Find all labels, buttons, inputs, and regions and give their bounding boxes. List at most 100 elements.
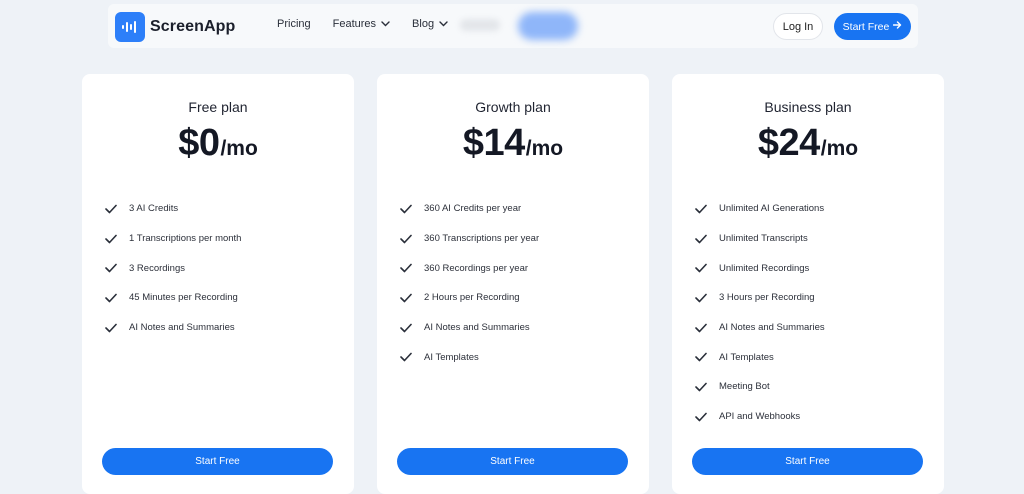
price-amount: $24	[757, 122, 820, 164]
nav-features-dropdown[interactable]: Features	[333, 18, 390, 30]
chevron-down-icon	[439, 21, 448, 27]
brand-logo-link[interactable]: ScreenApp	[115, 12, 235, 42]
check-icon	[399, 350, 413, 364]
feature-item: 3 AI Credits	[104, 194, 241, 224]
feature-text: AI Notes and Summaries	[129, 322, 235, 334]
feature-item: 2 Hours per Recording	[399, 283, 539, 313]
nav-pricing-label: Pricing	[277, 18, 311, 30]
plan-name: Growth plan	[475, 99, 551, 115]
check-icon	[104, 261, 118, 275]
feature-item: Unlimited AI Generations	[694, 194, 825, 224]
feature-item: AI Notes and Summaries	[694, 313, 825, 343]
nav-features-label: Features	[332, 18, 377, 30]
feature-item: 3 Recordings	[104, 253, 241, 283]
feature-text: 3 AI Credits	[129, 203, 179, 215]
check-icon	[399, 202, 413, 216]
login-label: Log In	[782, 20, 814, 33]
feature-text: AI Notes and Summaries	[424, 322, 530, 334]
feature-list: Unlimited AI Generations Unlimited Trans…	[694, 194, 825, 432]
nav-start-free-button[interactable]: Start Free	[834, 13, 911, 40]
start-free-label: Start Free	[785, 456, 830, 467]
feature-item: 3 Hours per Recording	[694, 283, 825, 313]
blurred-nav-item	[460, 19, 500, 31]
start-free-label: Start Free	[195, 456, 240, 467]
feature-item: AI Templates	[399, 342, 539, 372]
check-icon	[104, 321, 118, 335]
price-period: /mo	[220, 137, 258, 160]
check-icon	[104, 232, 118, 246]
pricing-card-growth: Growth plan $14/mo 360 AI Credits per ye…	[377, 74, 649, 494]
feature-text: 360 AI Credits per year	[424, 203, 522, 215]
feature-item: AI Notes and Summaries	[104, 313, 241, 343]
feature-text: AI Templates	[424, 351, 479, 363]
login-button[interactable]: Log In	[773, 13, 823, 40]
feature-item: 1 Transcriptions per month	[104, 224, 241, 254]
chevron-down-icon	[381, 21, 390, 27]
price-amount: $14	[462, 122, 525, 164]
nav-blog-label: Blog	[412, 18, 435, 30]
nav-start-free-label: Start Free	[842, 20, 890, 33]
feature-text: 3 Recordings	[129, 262, 185, 274]
price-period: /mo	[525, 137, 564, 160]
feature-item: Unlimited Transcripts	[694, 224, 825, 254]
start-free-button[interactable]: Start Free	[692, 448, 923, 475]
feature-text: 360 Transcriptions per year	[424, 233, 540, 245]
feature-item: API and Webhooks	[694, 402, 825, 432]
nav-pricing-link[interactable]: Pricing	[277, 18, 311, 30]
check-icon	[104, 291, 118, 305]
check-icon	[694, 291, 708, 305]
check-icon	[694, 350, 708, 364]
feature-text: AI Notes and Summaries	[719, 322, 825, 334]
feature-list: 3 AI Credits 1 Transcriptions per month …	[104, 194, 241, 342]
feature-item: 360 AI Credits per year	[399, 194, 539, 224]
check-icon	[399, 261, 413, 275]
nav-blog-dropdown[interactable]: Blog	[412, 18, 448, 30]
feature-text: 3 Hours per Recording	[719, 292, 815, 304]
feature-item: Unlimited Recordings	[694, 253, 825, 283]
feature-text: AI Templates	[719, 351, 774, 363]
soundwave-logo-icon	[115, 12, 145, 42]
blurred-nav-button	[518, 12, 578, 40]
feature-text: 360 Recordings per year	[424, 262, 529, 274]
feature-item: AI Notes and Summaries	[399, 313, 539, 343]
feature-item: 360 Transcriptions per year	[399, 224, 539, 254]
feature-text: Meeting Bot	[719, 381, 770, 393]
nav-links: Pricing Features Blog	[277, 18, 470, 30]
feature-item: AI Templates	[694, 342, 825, 372]
plan-name: Business plan	[764, 99, 852, 115]
feature-item: 360 Recordings per year	[399, 253, 539, 283]
plan-price: $24/mo	[672, 122, 944, 165]
check-icon	[694, 232, 708, 246]
plan-price: $0/mo	[82, 122, 354, 165]
price-amount: $0	[178, 122, 220, 164]
check-icon	[694, 380, 708, 394]
top-navbar: ScreenApp Pricing Features Blog Log In S…	[108, 4, 918, 48]
feature-text: Unlimited AI Generations	[719, 203, 825, 215]
check-icon	[694, 261, 708, 275]
check-icon	[399, 321, 413, 335]
pricing-card-free: Free plan $0/mo 3 AI Credits 1 Transcrip…	[82, 74, 354, 494]
brand-name: ScreenApp	[150, 18, 236, 35]
feature-text: Unlimited Transcripts	[719, 233, 808, 245]
check-icon	[694, 410, 708, 424]
feature-item: Meeting Bot	[694, 372, 825, 402]
start-free-button[interactable]: Start Free	[102, 448, 333, 475]
plan-name: Free plan	[188, 99, 248, 115]
feature-text: 45 Minutes per Recording	[129, 292, 238, 304]
check-icon	[399, 291, 413, 305]
plan-price: $14/mo	[377, 122, 649, 165]
start-free-button[interactable]: Start Free	[397, 448, 628, 475]
price-period: /mo	[820, 137, 859, 160]
feature-list: 360 AI Credits per year 360 Transcriptio…	[399, 194, 539, 372]
pricing-card-business: Business plan $24/mo Unlimited AI Genera…	[672, 74, 944, 494]
feature-text: 2 Hours per Recording	[424, 292, 520, 304]
feature-item: 45 Minutes per Recording	[104, 283, 241, 313]
start-free-label: Start Free	[490, 456, 535, 467]
arrow-right-icon	[893, 21, 902, 32]
check-icon	[694, 321, 708, 335]
check-icon	[399, 232, 413, 246]
feature-text: API and Webhooks	[719, 411, 801, 423]
feature-text: Unlimited Recordings	[719, 262, 810, 274]
check-icon	[104, 202, 118, 216]
feature-text: 1 Transcriptions per month	[129, 233, 242, 245]
